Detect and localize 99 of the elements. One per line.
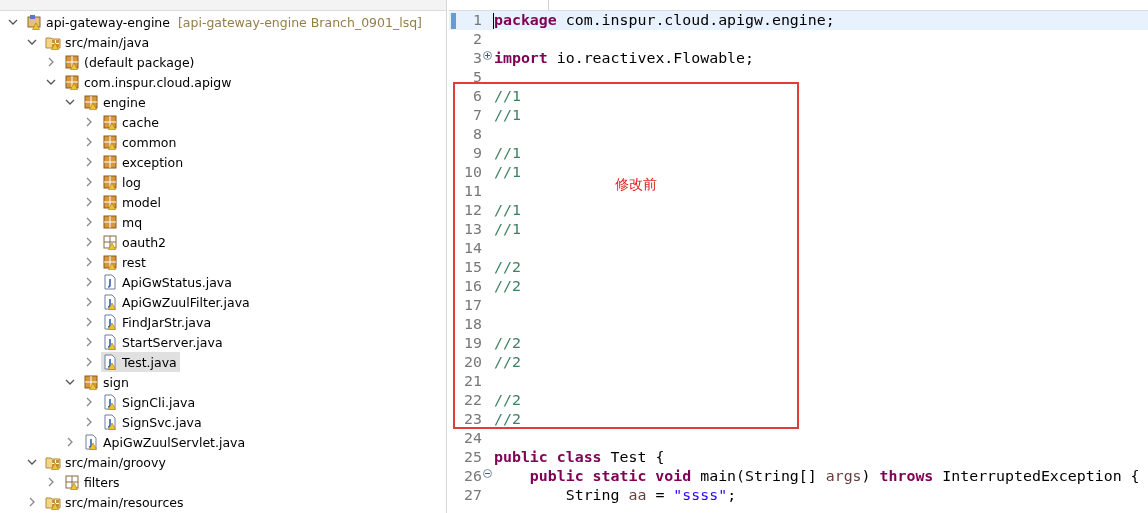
tree-item[interactable]: ApiGwStatus.java	[101, 272, 235, 292]
tree-item[interactable]: sign	[82, 372, 132, 392]
tree-item-label: src/main/java	[65, 34, 150, 50]
tree-item[interactable]: api-gateway-engine [api-gateway-engine Branch_0901_lsq]	[25, 12, 425, 32]
line-number: 14	[463, 239, 482, 258]
tree-item[interactable]: mq	[101, 212, 146, 232]
code-line: //1	[494, 201, 521, 220]
tree-item[interactable]: ApiGwZuulFilter.java	[101, 292, 253, 312]
tree-item[interactable]: common	[101, 132, 180, 152]
tree-item-label: engine	[103, 94, 146, 110]
code-line: //1	[494, 144, 521, 163]
code-line: public static void main(String[] args) throws InterruptedException {	[528, 467, 1140, 486]
line-number: 15	[463, 258, 482, 277]
tree-item-label: FindJarStr.java	[122, 314, 212, 330]
line-number: 10	[463, 163, 482, 182]
tree-item-label: model	[122, 194, 161, 210]
tree-item[interactable]: model	[101, 192, 164, 212]
code-line: //1	[494, 163, 521, 182]
code-line: //2	[494, 410, 521, 429]
tree-item-label: sign	[103, 374, 129, 390]
line-number: 17	[463, 296, 482, 315]
annotation-note: 修改前	[615, 176, 657, 194]
code-line: //2	[494, 334, 521, 353]
line-number: 23	[463, 410, 482, 429]
tree-item-label: ApiGwStatus.java	[122, 274, 232, 290]
line-number: 7	[472, 106, 482, 125]
line-number: 11	[463, 182, 482, 201]
line-number: 8	[472, 125, 482, 144]
code-line: //2	[494, 391, 521, 410]
code-line: String aa = "ssss";	[564, 486, 737, 505]
line-number: 6	[472, 87, 482, 106]
code-line: //1	[494, 87, 521, 106]
tree-item[interactable]: Test.java	[101, 352, 180, 372]
tree-item-label: src/main/resources	[65, 494, 184, 510]
tree-item[interactable]: log	[101, 172, 145, 192]
tree-item-label: com.inspur.cloud.apigw	[84, 74, 232, 90]
line-number: 20	[463, 353, 482, 372]
line-number: 2	[472, 30, 482, 49]
tree-item[interactable]: (default package)	[63, 52, 198, 72]
code-line: //2	[494, 258, 521, 277]
tree-item-label: rest	[122, 254, 146, 270]
tree-item[interactable]: src/main/java	[44, 32, 153, 52]
code-line: package com.inspur.cloud.apigw.engine;	[494, 11, 835, 30]
line-number: 9	[472, 144, 482, 163]
tree-item-label: mq	[122, 214, 143, 230]
tree-item[interactable]: SignCli.java	[101, 392, 199, 412]
tree-item[interactable]: rest	[101, 252, 149, 272]
tree-item-label: oauth2	[122, 234, 166, 250]
tree-item[interactable]: src/main/resources	[44, 492, 187, 512]
tree-item-label: SignSvc.java	[122, 414, 202, 430]
tree-item-label: exception	[122, 154, 184, 170]
tree-item[interactable]: com.inspur.cloud.apigw	[63, 72, 235, 92]
line-number: 13	[463, 220, 482, 239]
text-cursor	[493, 12, 494, 29]
tree-item[interactable]: exception	[101, 152, 187, 172]
code-line: //2	[494, 277, 521, 296]
line-number: 18	[463, 315, 482, 334]
tree-item-label: common	[122, 134, 177, 150]
current-line-marker-icon	[451, 12, 456, 29]
tree-item[interactable]: filters	[63, 472, 123, 492]
collapse-fold-icon[interactable]	[483, 469, 492, 478]
code-line: //1	[494, 220, 521, 239]
expand-fold-icon[interactable]	[483, 51, 492, 60]
line-number: 1	[472, 11, 482, 30]
tree-item-label: filters	[84, 474, 120, 490]
line-number: 22	[463, 391, 482, 410]
branch-decoration: [api-gateway-engine Branch_0901_lsq]	[177, 14, 422, 30]
code-line: //2	[494, 353, 521, 372]
tree-item-label: ApiGwZuulFilter.java	[122, 294, 250, 310]
tree-item[interactable]: StartServer.java	[101, 332, 226, 352]
tree-item-label: (default package)	[84, 54, 195, 70]
line-number: 26	[463, 467, 482, 486]
line-number: 12	[463, 201, 482, 220]
line-number: 5	[472, 68, 482, 87]
tree-item-label: StartServer.java	[122, 334, 223, 350]
tree-item[interactable]: cache	[101, 112, 163, 132]
tree-item[interactable]: ApiGwZuulServlet.java	[82, 432, 249, 452]
tree-item-label: cache	[122, 114, 160, 130]
code-line: //1	[494, 106, 521, 125]
line-number: 21	[463, 372, 482, 391]
tree-item-label: api-gateway-engine	[46, 14, 170, 30]
line-number: 19	[463, 334, 482, 353]
tree-item[interactable]: SignSvc.java	[101, 412, 205, 432]
line-number: 3	[472, 49, 482, 68]
tree-item[interactable]: src/main/groovy	[44, 452, 169, 472]
line-number: 27	[463, 486, 482, 505]
code-line: public class Test {	[494, 448, 665, 467]
line-number: 16	[463, 277, 482, 296]
code-line: import io.reactivex.Flowable;	[494, 49, 754, 68]
tree-item-label: SignCli.java	[122, 394, 196, 410]
tree-item-label: ApiGwZuulServlet.java	[103, 434, 246, 450]
tree-item-label: log	[122, 174, 142, 190]
tree-item-label: Test.java	[122, 354, 177, 370]
line-number: 25	[463, 448, 482, 467]
line-number: 24	[463, 429, 482, 448]
tree-item[interactable]: FindJarStr.java	[101, 312, 215, 332]
tree-item[interactable]: oauth2	[101, 232, 169, 252]
tree-item-label: src/main/groovy	[65, 454, 166, 470]
tree-item[interactable]: engine	[82, 92, 149, 112]
